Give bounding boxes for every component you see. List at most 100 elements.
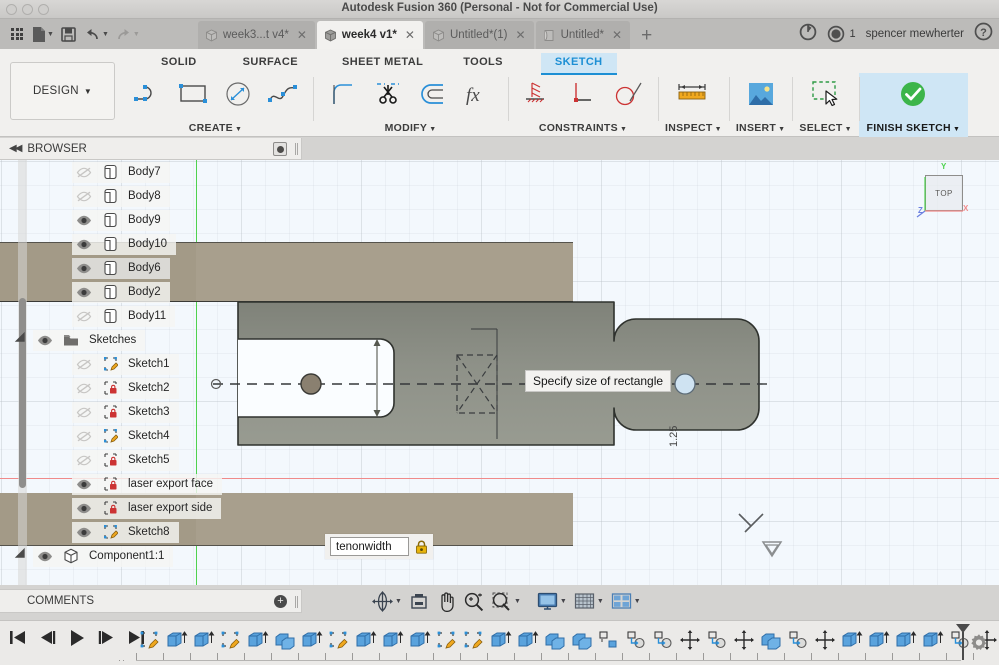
visibility-toggle-icon[interactable] xyxy=(72,185,96,207)
timeline-track[interactable] xyxy=(136,621,997,665)
rectangle-icon[interactable] xyxy=(174,76,212,112)
spline-icon[interactable] xyxy=(264,76,302,112)
visibility-toggle-icon[interactable] xyxy=(72,161,96,183)
joint-feature-icon[interactable] xyxy=(784,627,811,653)
joint-feature-icon[interactable] xyxy=(622,627,649,653)
look-at-icon[interactable] xyxy=(407,589,431,613)
finish-check-icon[interactable] xyxy=(894,76,932,112)
extrude-feature-icon[interactable] xyxy=(379,627,406,653)
browser-item-sketch2[interactable]: Sketch2 xyxy=(0,376,302,400)
visibility-toggle-icon[interactable] xyxy=(72,305,96,327)
rectangular-pattern-icon[interactable] xyxy=(595,627,622,653)
browser-item-component1-1[interactable]: Component1:1 xyxy=(0,544,302,568)
tenonwidth-field-group[interactable] xyxy=(325,534,433,559)
browser-item-body8[interactable]: Body8 xyxy=(0,184,302,208)
visibility-toggle-icon[interactable] xyxy=(72,425,96,447)
tangent-icon[interactable] xyxy=(609,76,647,112)
extrude-feature-icon[interactable] xyxy=(487,627,514,653)
select-window-icon[interactable] xyxy=(807,76,845,112)
dimension-1-25[interactable]: 1.25 xyxy=(668,426,680,447)
joint-feature-icon[interactable] xyxy=(703,627,730,653)
play-icon[interactable] xyxy=(68,629,86,652)
fx-equation-icon[interactable]: fx xyxy=(459,76,497,112)
chevron-down-icon[interactable]: ▼ xyxy=(133,31,140,38)
visibility-toggle-icon[interactable] xyxy=(72,521,96,543)
visibility-toggle-icon[interactable] xyxy=(72,281,96,303)
browser-item-body2[interactable]: Body2 xyxy=(0,280,302,304)
circle-icon[interactable] xyxy=(219,76,257,112)
close-icon[interactable]: ✕ xyxy=(612,29,622,41)
panel-resize-grip[interactable] xyxy=(295,143,298,155)
browser-item-body9[interactable]: Body9 xyxy=(0,208,302,232)
orbit-icon[interactable]: ▼ xyxy=(370,589,404,613)
sketch-feature-icon[interactable] xyxy=(460,627,487,653)
sketch-feature-icon[interactable] xyxy=(136,627,163,653)
close-icon[interactable]: ✕ xyxy=(516,29,526,41)
panel-inspect-label[interactable]: INSPECT ▼ xyxy=(665,122,722,137)
visibility-toggle-icon[interactable] xyxy=(72,401,96,423)
browser-item-sketch3[interactable]: Sketch3 xyxy=(0,400,302,424)
expand-triangle-icon[interactable] xyxy=(13,547,30,563)
grid-snaps-icon[interactable]: ▼ xyxy=(572,589,606,613)
document-tab-2[interactable]: Untitled*(1) ✕ xyxy=(424,21,534,49)
panel-finish-sketch-label[interactable]: FINISH SKETCH ▼ xyxy=(866,122,961,137)
extrude-feature-icon[interactable] xyxy=(892,627,919,653)
visibility-toggle-icon[interactable] xyxy=(72,257,96,279)
offset-icon[interactable] xyxy=(414,76,452,112)
save-icon[interactable] xyxy=(58,21,80,47)
extrude-feature-icon[interactable] xyxy=(865,627,892,653)
tab-surface[interactable]: SURFACE xyxy=(229,53,312,75)
notifications-group[interactable]: 1 xyxy=(827,25,856,43)
go-to-beginning-icon[interactable] xyxy=(8,629,28,651)
timeline-drag-handle[interactable]: ·· xyxy=(118,655,126,665)
zoom-window-icon[interactable]: ▼ xyxy=(489,589,523,613)
measure-ruler-icon[interactable] xyxy=(674,76,712,112)
fillet-icon[interactable] xyxy=(324,76,362,112)
visibility-toggle-icon[interactable] xyxy=(72,377,96,399)
panel-finish-sketch[interactable]: FINISH SKETCH ▼ xyxy=(858,73,968,137)
combine-feature-icon[interactable] xyxy=(757,627,784,653)
perpendicular-icon[interactable] xyxy=(564,76,602,112)
redo-icon[interactable]: ▼ xyxy=(113,21,142,47)
tab-solid[interactable]: SOLID xyxy=(147,53,211,75)
minimize-panel-icon[interactable] xyxy=(273,142,287,156)
tab-sheet-metal[interactable]: SHEET METAL xyxy=(328,53,437,75)
chevron-down-icon[interactable]: ▼ xyxy=(514,598,521,605)
browser-item-body6[interactable]: Body6 xyxy=(0,256,302,280)
app-grid-icon[interactable] xyxy=(6,21,28,47)
move-feature-icon[interactable] xyxy=(676,627,703,653)
help-icon[interactable]: ? xyxy=(974,22,993,46)
visibility-toggle-icon[interactable] xyxy=(33,329,57,351)
browser-item-laser-export-side[interactable]: laser export side xyxy=(0,496,302,520)
chevron-down-icon[interactable]: ▼ xyxy=(560,598,567,605)
move-feature-icon[interactable] xyxy=(811,627,838,653)
document-tab-1[interactable]: week4 v1* ✕ xyxy=(316,21,423,49)
extrude-feature-icon[interactable] xyxy=(163,627,190,653)
combine-feature-icon[interactable] xyxy=(541,627,568,653)
pan-hand-icon[interactable] xyxy=(434,589,458,613)
sketch-feature-icon[interactable] xyxy=(433,627,460,653)
browser-item-laser-export-face[interactable]: laser export face xyxy=(0,472,302,496)
timeline-marker-icon[interactable] xyxy=(955,623,970,660)
display-settings-icon[interactable]: ▼ xyxy=(535,589,569,613)
lock-icon[interactable] xyxy=(415,540,428,554)
browser-item-sketch5[interactable]: Sketch5 xyxy=(0,448,302,472)
chevron-down-icon[interactable]: ▼ xyxy=(634,598,641,605)
step-back-icon[interactable] xyxy=(38,629,58,651)
document-tab-0[interactable]: week3...t v4* ✕ xyxy=(198,21,315,49)
tab-sketch[interactable]: SKETCH xyxy=(540,53,617,75)
extrude-feature-icon[interactable] xyxy=(298,627,325,653)
user-name[interactable]: spencer mewherter xyxy=(866,28,964,40)
add-comment-icon[interactable]: + xyxy=(274,595,287,608)
visibility-toggle-icon[interactable] xyxy=(72,449,96,471)
visibility-toggle-icon[interactable] xyxy=(72,497,96,519)
close-icon[interactable]: ✕ xyxy=(405,29,415,41)
tab-tools[interactable]: TOOLS xyxy=(449,53,517,75)
browser-item-sketches[interactable]: Sketches xyxy=(0,328,302,352)
sketch-feature-icon[interactable] xyxy=(325,627,352,653)
visibility-toggle-icon[interactable] xyxy=(72,233,96,255)
chevron-down-icon[interactable]: ▼ xyxy=(395,598,402,605)
extrude-feature-icon[interactable] xyxy=(919,627,946,653)
chevron-down-icon[interactable]: ▼ xyxy=(597,598,604,605)
trim-scissors-icon[interactable] xyxy=(369,76,407,112)
